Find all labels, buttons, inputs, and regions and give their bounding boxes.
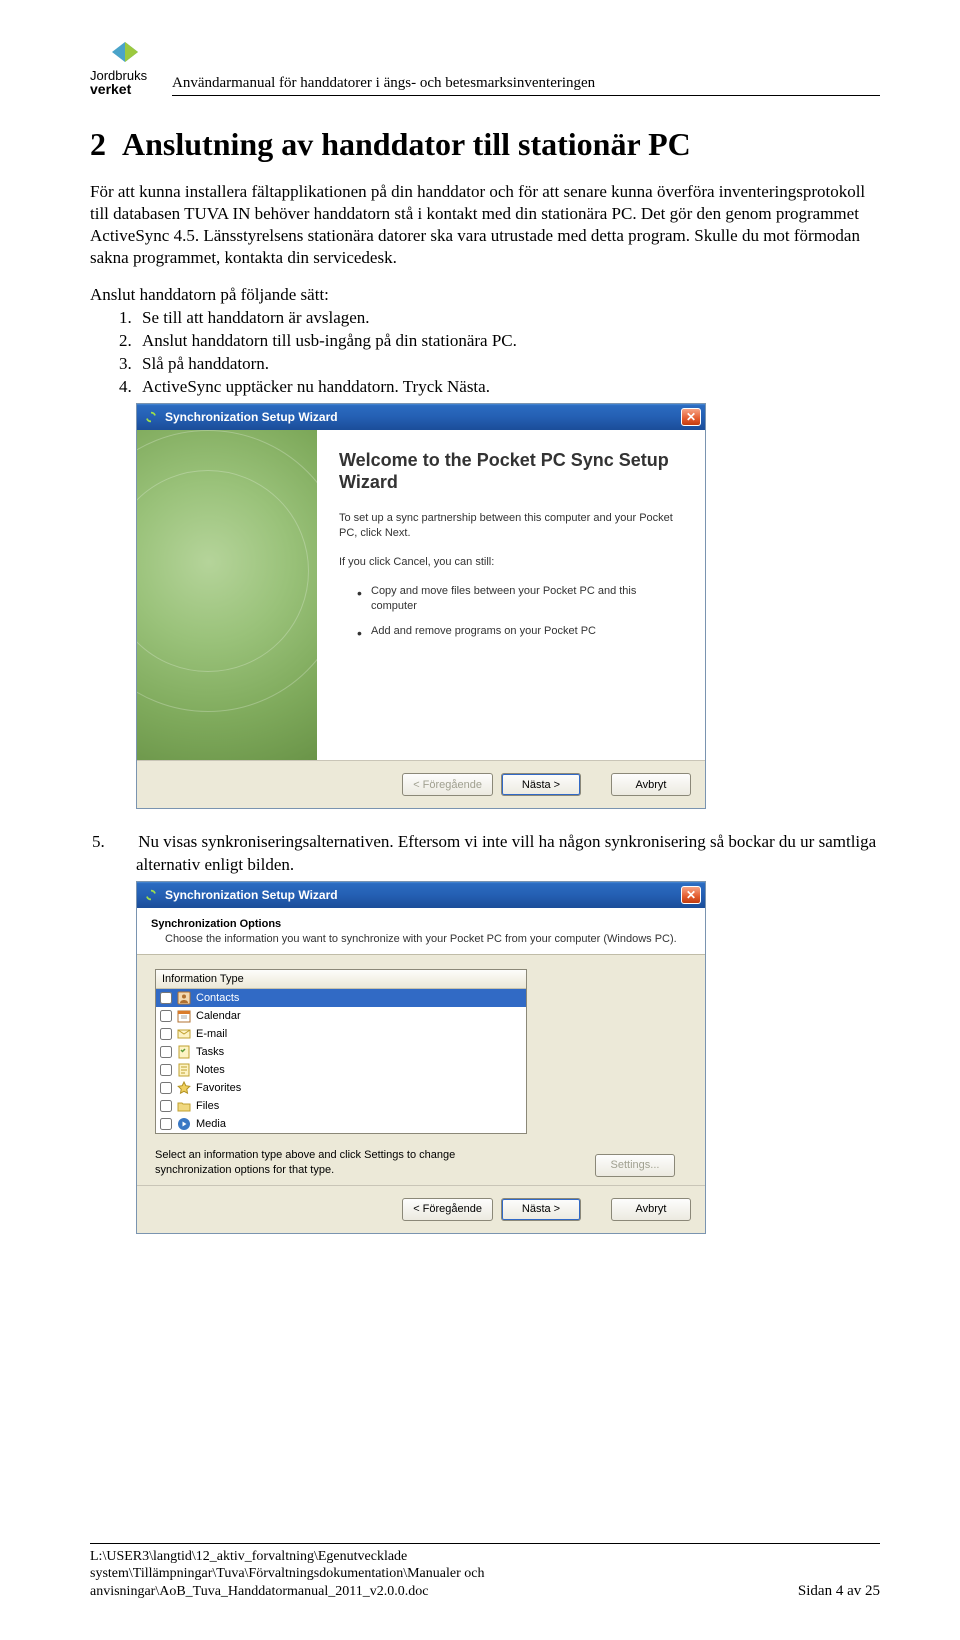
- titlebar: Synchronization Setup Wizard ✕: [137, 882, 705, 908]
- next-button[interactable]: Nästa >: [501, 1198, 581, 1221]
- info-type-label: Favorites: [196, 1082, 241, 1094]
- info-type-label: Calendar: [196, 1010, 241, 1022]
- info-type-listbox[interactable]: Information Type Contacts Calendar E-mail T…: [155, 969, 527, 1134]
- list-intro: Anslut handdatorn på följande sätt:: [90, 285, 880, 305]
- wizard-sync-options-dialog: Synchronization Setup Wizard ✕ Synchroni…: [136, 881, 706, 1234]
- running-header: Användarmanual för handdatorer i ängs- o…: [172, 75, 880, 96]
- steps-list: Se till att handdatorn är avslagen. Ansl…: [136, 307, 880, 399]
- logo-jordbruksverket: Jordbruks verket: [90, 40, 160, 96]
- wizard-bullet: Add and remove programs on your Pocket P…: [357, 624, 683, 639]
- info-type-checkbox[interactable]: [160, 1064, 172, 1076]
- step-item: Slå på handdatorn.: [136, 353, 880, 376]
- info-type-checkbox[interactable]: [160, 1010, 172, 1022]
- info-type-checkbox[interactable]: [160, 992, 172, 1004]
- info-type-checkbox[interactable]: [160, 1028, 172, 1040]
- settings-hint: Select an information type above and cli…: [155, 1148, 485, 1177]
- close-button[interactable]: ✕: [681, 408, 701, 426]
- wizard2-title: Synchronization Options: [151, 918, 691, 930]
- info-type-label: Files: [196, 1100, 219, 1112]
- sync-icon: [143, 887, 159, 903]
- close-button[interactable]: ✕: [681, 886, 701, 904]
- info-type-row[interactable]: Favorites: [156, 1079, 526, 1097]
- info-type-row[interactable]: Tasks: [156, 1043, 526, 1061]
- info-type-row[interactable]: Calendar: [156, 1007, 526, 1025]
- folder-icon: [177, 1099, 191, 1113]
- next-button[interactable]: Nästa >: [501, 773, 581, 796]
- wizard-text: If you click Cancel, you can still:: [339, 555, 683, 570]
- star-icon: [177, 1081, 191, 1095]
- column-header: Information Type: [156, 970, 526, 989]
- info-type-label: Contacts: [196, 992, 239, 1004]
- calendar-icon: [177, 1009, 191, 1023]
- contacts-icon: [177, 991, 191, 1005]
- info-type-checkbox[interactable]: [160, 1118, 172, 1130]
- wizard2-subtitle: Choose the information you want to synch…: [165, 932, 691, 946]
- close-icon: ✕: [686, 888, 696, 902]
- info-type-checkbox[interactable]: [160, 1082, 172, 1094]
- page-number: Sidan 4 av 25: [798, 1583, 880, 1600]
- prev-button: < Föregående: [402, 773, 493, 796]
- cancel-button[interactable]: Avbryt: [611, 773, 691, 796]
- sync-icon: [143, 409, 159, 425]
- info-type-row[interactable]: Files: [156, 1097, 526, 1115]
- footer-path: L:\USER3\langtid\12_aktiv_forvaltning\Eg…: [90, 1548, 484, 1601]
- info-type-row[interactable]: Contacts: [156, 989, 526, 1007]
- wizard-bullet: Copy and move files between your Pocket …: [357, 584, 683, 614]
- info-type-row[interactable]: Notes: [156, 1061, 526, 1079]
- notes-icon: [177, 1063, 191, 1077]
- step-5: 5. Nu visas synkroniseringsalternativen.…: [136, 831, 880, 877]
- prev-button[interactable]: < Föregående: [402, 1198, 493, 1221]
- info-type-label: Tasks: [196, 1046, 224, 1058]
- wizard-text: To set up a sync partnership between thi…: [339, 511, 683, 541]
- wizard-welcome-dialog: Synchronization Setup Wizard ✕ Welcome t…: [136, 403, 706, 809]
- info-type-row[interactable]: Media: [156, 1115, 526, 1133]
- intro-paragraph: För att kunna installera fältapplikation…: [90, 181, 880, 269]
- step-item: Se till att handdatorn är avslagen.: [136, 307, 880, 330]
- close-icon: ✕: [686, 410, 696, 424]
- titlebar-text: Synchronization Setup Wizard: [165, 888, 681, 902]
- step-item: ActiveSync upptäcker nu handdatorn. Tryc…: [136, 376, 880, 399]
- info-type-label: Notes: [196, 1064, 225, 1076]
- wizard-side-graphic: [137, 430, 317, 760]
- info-type-label: E-mail: [196, 1028, 227, 1040]
- tasks-icon: [177, 1045, 191, 1059]
- mail-icon: [177, 1027, 191, 1041]
- media-icon: [177, 1117, 191, 1131]
- info-type-checkbox[interactable]: [160, 1046, 172, 1058]
- titlebar: Synchronization Setup Wizard ✕: [137, 404, 705, 430]
- step-item: Anslut handdatorn till usb-ingång på din…: [136, 330, 880, 353]
- info-type-label: Media: [196, 1118, 226, 1130]
- wizard-heading: Welcome to the Pocket PC Sync Setup Wiza…: [339, 450, 683, 493]
- titlebar-text: Synchronization Setup Wizard: [165, 410, 681, 424]
- cancel-button[interactable]: Avbryt: [611, 1198, 691, 1221]
- section-heading: 2 Anslutning av handdator till stationär…: [90, 126, 880, 163]
- info-type-checkbox[interactable]: [160, 1100, 172, 1112]
- settings-button: Settings...: [595, 1154, 675, 1177]
- svg-text:verket: verket: [90, 81, 132, 96]
- info-type-row[interactable]: E-mail: [156, 1025, 526, 1043]
